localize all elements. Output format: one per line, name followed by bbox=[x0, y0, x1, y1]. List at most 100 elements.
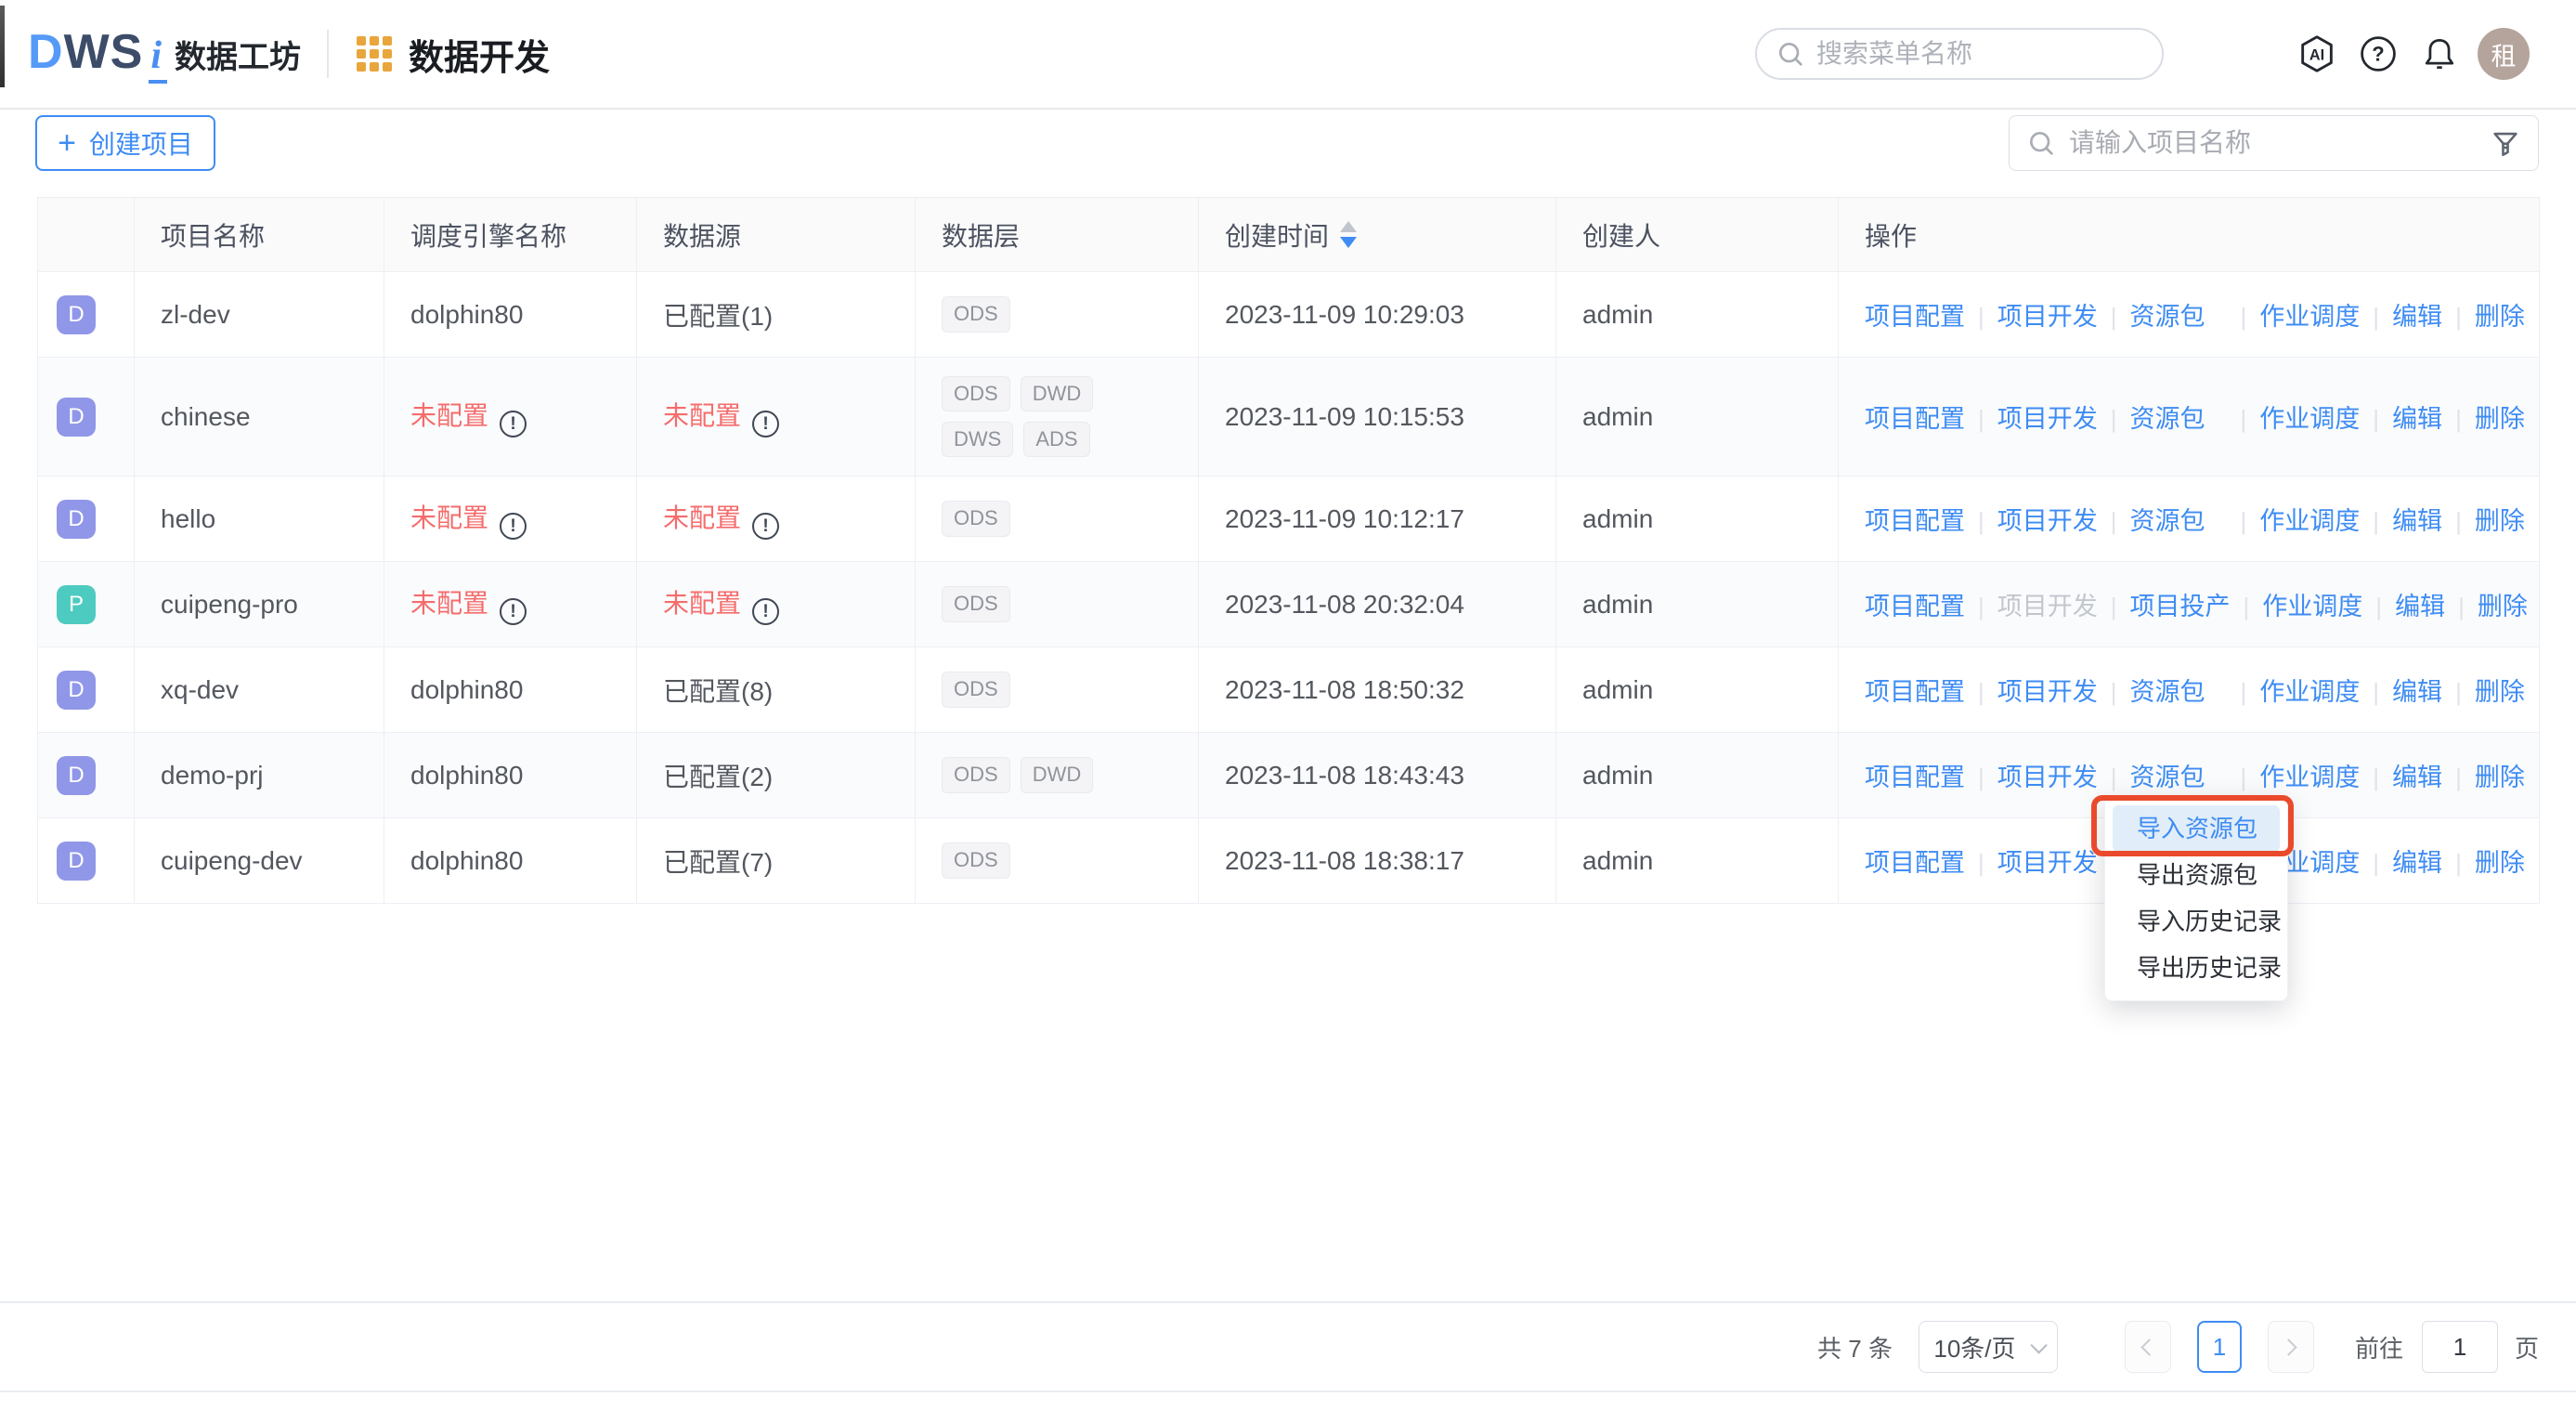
creator-cell: admin bbox=[1556, 562, 1839, 647]
configured-label: 已配置(2) bbox=[663, 763, 773, 791]
action-link-作业调度[interactable]: 作业调度 bbox=[2259, 405, 2360, 433]
action-link-资源包[interactable]: 资源包 bbox=[2130, 405, 2205, 433]
sort-desc-caret[interactable] bbox=[1340, 237, 1357, 248]
goto-page-input[interactable] bbox=[2422, 1321, 2498, 1373]
action-link-编辑[interactable]: 编辑 bbox=[2392, 678, 2442, 706]
project-avatar: D bbox=[57, 671, 96, 710]
action-link-作业调度[interactable]: 作业调度 bbox=[2259, 303, 2360, 331]
action-link-项目配置[interactable]: 项目配置 bbox=[1865, 593, 1965, 620]
table-row: Pcuipeng-pro未配置!未配置!ODS2023-11-08 20:32:… bbox=[38, 562, 2540, 647]
project-filter-box[interactable] bbox=[2009, 115, 2539, 171]
creator-cell: admin bbox=[1556, 818, 1839, 904]
help-icon[interactable]: ? bbox=[2355, 31, 2401, 77]
action-link-资源包[interactable]: 资源包 bbox=[2130, 678, 2205, 706]
column-header-label: 项目名称 bbox=[161, 216, 265, 254]
action-link-编辑[interactable]: 编辑 bbox=[2395, 593, 2445, 620]
config-warning-icon[interactable]: ! bbox=[500, 411, 527, 437]
datasource-cell: 未配置! bbox=[637, 477, 916, 562]
action-link-项目配置[interactable]: 项目配置 bbox=[1865, 764, 1965, 791]
not-configured-label: 未配置 bbox=[410, 401, 488, 430]
config-warning-icon[interactable]: ! bbox=[500, 513, 527, 540]
action-link-编辑[interactable]: 编辑 bbox=[2392, 849, 2442, 877]
sort-control[interactable] bbox=[1340, 221, 1357, 248]
action-link-作业调度[interactable]: 作业调度 bbox=[2259, 678, 2360, 706]
column-header-label: 数据源 bbox=[663, 216, 741, 254]
action-separator: | bbox=[2455, 507, 2462, 535]
page-number-button[interactable]: 1 bbox=[2197, 1321, 2242, 1373]
action-link-作业调度[interactable]: 作业调度 bbox=[2259, 507, 2360, 535]
config-warning-icon[interactable]: ! bbox=[752, 411, 779, 437]
action-link-项目配置[interactable]: 项目配置 bbox=[1865, 849, 1965, 877]
action-link-编辑[interactable]: 编辑 bbox=[2392, 507, 2442, 535]
menu-search-box[interactable] bbox=[1755, 28, 2164, 80]
action-link-项目配置[interactable]: 项目配置 bbox=[1865, 303, 1965, 331]
created-time-cell: 2023-11-09 10:12:17 bbox=[1199, 477, 1556, 562]
layer-tag: ODS bbox=[942, 586, 1010, 621]
action-link-项目开发[interactable]: 项目开发 bbox=[1997, 507, 2098, 535]
logo-letter-d: D bbox=[28, 24, 64, 80]
action-link-编辑[interactable]: 编辑 bbox=[2392, 405, 2442, 433]
ai-assistant-icon[interactable]: AI bbox=[2294, 31, 2340, 77]
toolbar: + 创建项目 bbox=[0, 110, 2576, 197]
project-name-cell: zl-dev bbox=[135, 272, 384, 358]
prev-page-button[interactable] bbox=[2125, 1321, 2171, 1373]
menu-search-input[interactable] bbox=[1816, 39, 2123, 69]
engine-cell: 未配置! bbox=[384, 562, 637, 647]
action-link-删除[interactable]: 删除 bbox=[2475, 405, 2525, 433]
actions-cell: 项目配置|项目开发|项目投产|作业调度|编辑|删除 bbox=[1839, 562, 2540, 647]
create-project-button[interactable]: + 创建项目 bbox=[35, 115, 215, 171]
action-link-项目开发[interactable]: 项目开发 bbox=[1997, 849, 2098, 877]
action-link-删除[interactable]: 删除 bbox=[2475, 678, 2525, 706]
action-separator: | bbox=[2458, 593, 2465, 620]
next-page-button[interactable] bbox=[2268, 1321, 2314, 1373]
data-layer-cell: ODS bbox=[916, 818, 1199, 904]
menu-item-导出资源包[interactable]: 导出资源包 bbox=[2113, 852, 2280, 898]
not-configured-label: 未配置 bbox=[663, 401, 741, 430]
action-link-项目配置[interactable]: 项目配置 bbox=[1865, 678, 1965, 706]
config-warning-icon[interactable]: ! bbox=[752, 598, 779, 625]
datasource-cell: 未配置! bbox=[637, 358, 916, 477]
configured-label: dolphin80 bbox=[410, 846, 523, 875]
page-size-select[interactable]: 10条/页 bbox=[1919, 1321, 2058, 1373]
action-link-编辑[interactable]: 编辑 bbox=[2392, 303, 2442, 331]
action-link-资源包[interactable]: 资源包 bbox=[2130, 507, 2205, 535]
action-link-作业调度[interactable]: 作业调度 bbox=[2262, 593, 2362, 620]
data-layer-cell: ODSDWDDWSADS bbox=[916, 358, 1199, 477]
action-link-删除[interactable]: 删除 bbox=[2478, 593, 2528, 620]
action-link-项目开发[interactable]: 项目开发 bbox=[1997, 303, 2098, 331]
not-configured-label: 未配置 bbox=[410, 503, 488, 532]
action-link-编辑[interactable]: 编辑 bbox=[2392, 764, 2442, 791]
user-avatar[interactable]: 租 bbox=[2478, 28, 2530, 80]
config-warning-icon[interactable]: ! bbox=[752, 513, 779, 540]
action-link-删除[interactable]: 删除 bbox=[2475, 507, 2525, 535]
menu-item-导出历史记录[interactable]: 导出历史记录 bbox=[2113, 945, 2280, 991]
action-link-项目开发[interactable]: 项目开发 bbox=[1997, 405, 2098, 433]
action-link-删除[interactable]: 删除 bbox=[2475, 303, 2525, 331]
action-link-项目配置[interactable]: 项目配置 bbox=[1865, 405, 1965, 433]
project-filter-input[interactable] bbox=[2069, 128, 2490, 158]
notification-bell-icon[interactable] bbox=[2416, 31, 2463, 77]
action-link-项目配置[interactable]: 项目配置 bbox=[1865, 507, 1965, 535]
menu-item-导入资源包[interactable]: 导入资源包 bbox=[2113, 805, 2280, 852]
table-row: Dhello未配置!未配置!ODS2023-11-09 10:12:17admi… bbox=[38, 477, 2540, 562]
action-link-作业调度[interactable]: 作业调度 bbox=[2259, 764, 2360, 791]
creator-cell: admin bbox=[1556, 477, 1839, 562]
config-warning-icon[interactable]: ! bbox=[500, 598, 527, 625]
action-separator: | bbox=[2241, 678, 2247, 706]
filter-funnel-icon[interactable] bbox=[2490, 127, 2521, 159]
menu-item-导入历史记录[interactable]: 导入历史记录 bbox=[2113, 898, 2280, 945]
action-link-删除[interactable]: 删除 bbox=[2475, 849, 2525, 877]
project-avatar: D bbox=[57, 295, 96, 334]
action-link-项目开发[interactable]: 项目开发 bbox=[1997, 764, 2098, 791]
action-link-资源包[interactable]: 资源包 bbox=[2130, 764, 2205, 791]
action-link-项目投产[interactable]: 项目投产 bbox=[2130, 593, 2231, 620]
logo-product-name: 数据工坊 bbox=[175, 32, 301, 77]
action-link-删除[interactable]: 删除 bbox=[2475, 764, 2525, 791]
data-layer-cell: ODS bbox=[916, 272, 1199, 358]
engine-cell: dolphin80 bbox=[384, 272, 637, 358]
action-link-资源包[interactable]: 资源包 bbox=[2130, 303, 2205, 331]
created-time-cell: 2023-11-08 18:38:17 bbox=[1199, 818, 1556, 904]
action-link-项目开发[interactable]: 项目开发 bbox=[1997, 678, 2098, 706]
column-header-调度引擎名称: 调度引擎名称 bbox=[384, 198, 637, 272]
sort-asc-caret[interactable] bbox=[1340, 221, 1357, 232]
